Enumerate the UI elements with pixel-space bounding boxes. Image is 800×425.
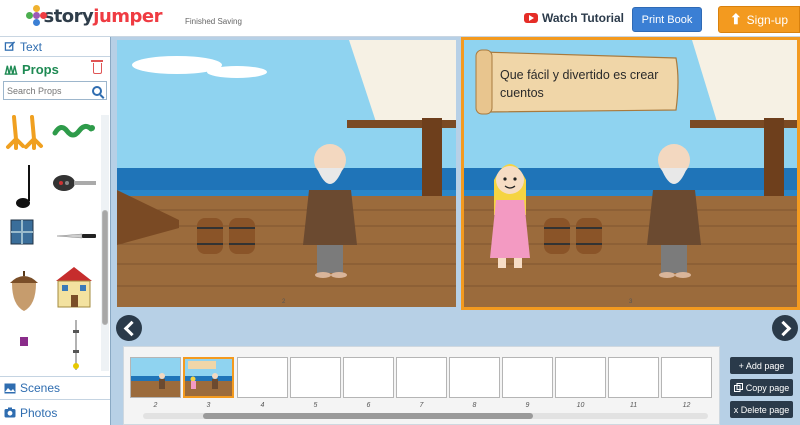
copy-page-label: Copy page [745, 382, 790, 393]
props-tab[interactable]: Props [0, 57, 110, 81]
filmstrip-scroll-thumb[interactable] [203, 413, 533, 419]
prop-music-note[interactable] [14, 163, 36, 211]
search-props-box [3, 81, 107, 100]
delete-page-button[interactable]: x Delete page [730, 401, 793, 418]
page-thumbnail-empty[interactable] [661, 357, 712, 398]
page-number-label: 11 [629, 402, 638, 409]
book-page-right[interactable]: Que fácil y divertido es crear cuentos 3 [461, 37, 800, 310]
props-icon [4, 65, 18, 75]
logo-dots-icon [26, 5, 47, 27]
page-thumbnail-empty[interactable] [449, 357, 500, 398]
prop-window[interactable] [10, 219, 34, 245]
up-arrow-icon: ⬆ [729, 11, 742, 27]
page-thumbnail-empty[interactable] [608, 357, 659, 398]
search-props-input[interactable] [4, 85, 88, 96]
page-number-right: 3 [629, 299, 633, 305]
previous-page-button[interactable] [116, 315, 142, 341]
page-number-label: 8 [472, 402, 477, 409]
prop-knife[interactable] [56, 231, 98, 241]
thumbnail-scene [131, 358, 180, 397]
camera-icon [4, 407, 16, 418]
watch-tutorial-link[interactable]: Watch Tutorial [524, 11, 624, 25]
page-number-label: 4 [260, 402, 265, 409]
scenes-tab-label: Scenes [20, 381, 61, 395]
thumbnail-scene [185, 359, 232, 396]
signup-button[interactable]: ⬆ Sign-up [718, 6, 800, 33]
page-thumbnail-empty[interactable] [237, 357, 288, 398]
page-number-label: 9 [525, 402, 530, 409]
girl-character [490, 164, 530, 268]
prop-car-key[interactable] [52, 173, 98, 193]
props-tab-label: Props [22, 61, 59, 77]
barrel-3 [544, 218, 570, 254]
page-number-label: 3 [206, 402, 211, 409]
storyjumper-logo[interactable]: storyjumper [14, 2, 162, 30]
ship-deck-scene [117, 40, 456, 307]
page-number-label: 2 [153, 402, 158, 409]
prop-small-square[interactable] [20, 337, 28, 346]
filmstrip-scrollbar[interactable] [143, 413, 708, 419]
watch-tutorial-label: Watch Tutorial [542, 11, 624, 25]
page-filmstrip: 2 3 4 5 6 7 8 9 10 11 12 [123, 346, 720, 425]
props-grid [0, 115, 100, 371]
copy-page-button[interactable]: Copy page [730, 379, 793, 396]
prop-pole[interactable] [70, 320, 82, 370]
page-number-label: 6 [366, 402, 371, 409]
save-status: Finished Saving [185, 17, 242, 26]
prop-green-snake[interactable] [52, 119, 96, 143]
page-thumbnail-empty[interactable] [290, 357, 341, 398]
props-panel: Text Props Search Props Scenes Photos [0, 37, 111, 425]
props-scroll-thumb[interactable] [102, 210, 108, 325]
barrel-1 [197, 218, 223, 254]
image-icon [4, 383, 16, 393]
print-book-button[interactable]: Print Book [632, 7, 702, 32]
photos-tab-label: Photos [20, 405, 58, 420]
copy-icon [733, 383, 743, 392]
page-thumbnail[interactable] [130, 357, 181, 398]
page-number-left: 2 [282, 299, 286, 305]
page-thumbnail-empty[interactable] [396, 357, 447, 398]
scenes-tab[interactable]: Scenes [0, 376, 110, 400]
photos-tab[interactable]: Photos [0, 400, 110, 425]
logo-text: storyjumper [43, 5, 162, 27]
speech-text[interactable]: Que fácil y divertido es crear cuentos [500, 66, 670, 102]
page-number-label: 5 [313, 402, 318, 409]
prop-acorn[interactable] [8, 269, 40, 313]
top-bar: storyjumper Finished Saving Watch Tutori… [0, 0, 800, 37]
search-icon[interactable] [92, 85, 102, 96]
prop-chicken-feet[interactable] [4, 115, 46, 151]
signup-label: Sign-up [746, 12, 789, 27]
page-thumbnail-empty[interactable] [502, 357, 553, 398]
edit-icon [4, 41, 16, 51]
props-scrollbar[interactable] [101, 115, 109, 371]
prop-house[interactable] [52, 265, 96, 309]
next-page-button[interactable] [772, 315, 798, 341]
text-tab-label: Text [20, 39, 43, 54]
page-number-label: 10 [576, 402, 585, 409]
youtube-icon [524, 13, 538, 23]
book-page-left[interactable]: 2 [114, 37, 459, 310]
barrel-4 [576, 218, 602, 254]
barrel-2 [229, 218, 255, 254]
add-page-button[interactable]: + Add page [730, 357, 793, 374]
page-thumbnail-empty[interactable] [555, 357, 606, 398]
trash-icon[interactable] [91, 60, 103, 74]
page-number-label: 12 [682, 402, 691, 409]
page-thumbnail-active[interactable] [183, 357, 234, 398]
text-tab[interactable]: Text [0, 37, 110, 57]
page-thumbnail-empty[interactable] [343, 357, 394, 398]
page-number-label: 7 [419, 402, 424, 409]
